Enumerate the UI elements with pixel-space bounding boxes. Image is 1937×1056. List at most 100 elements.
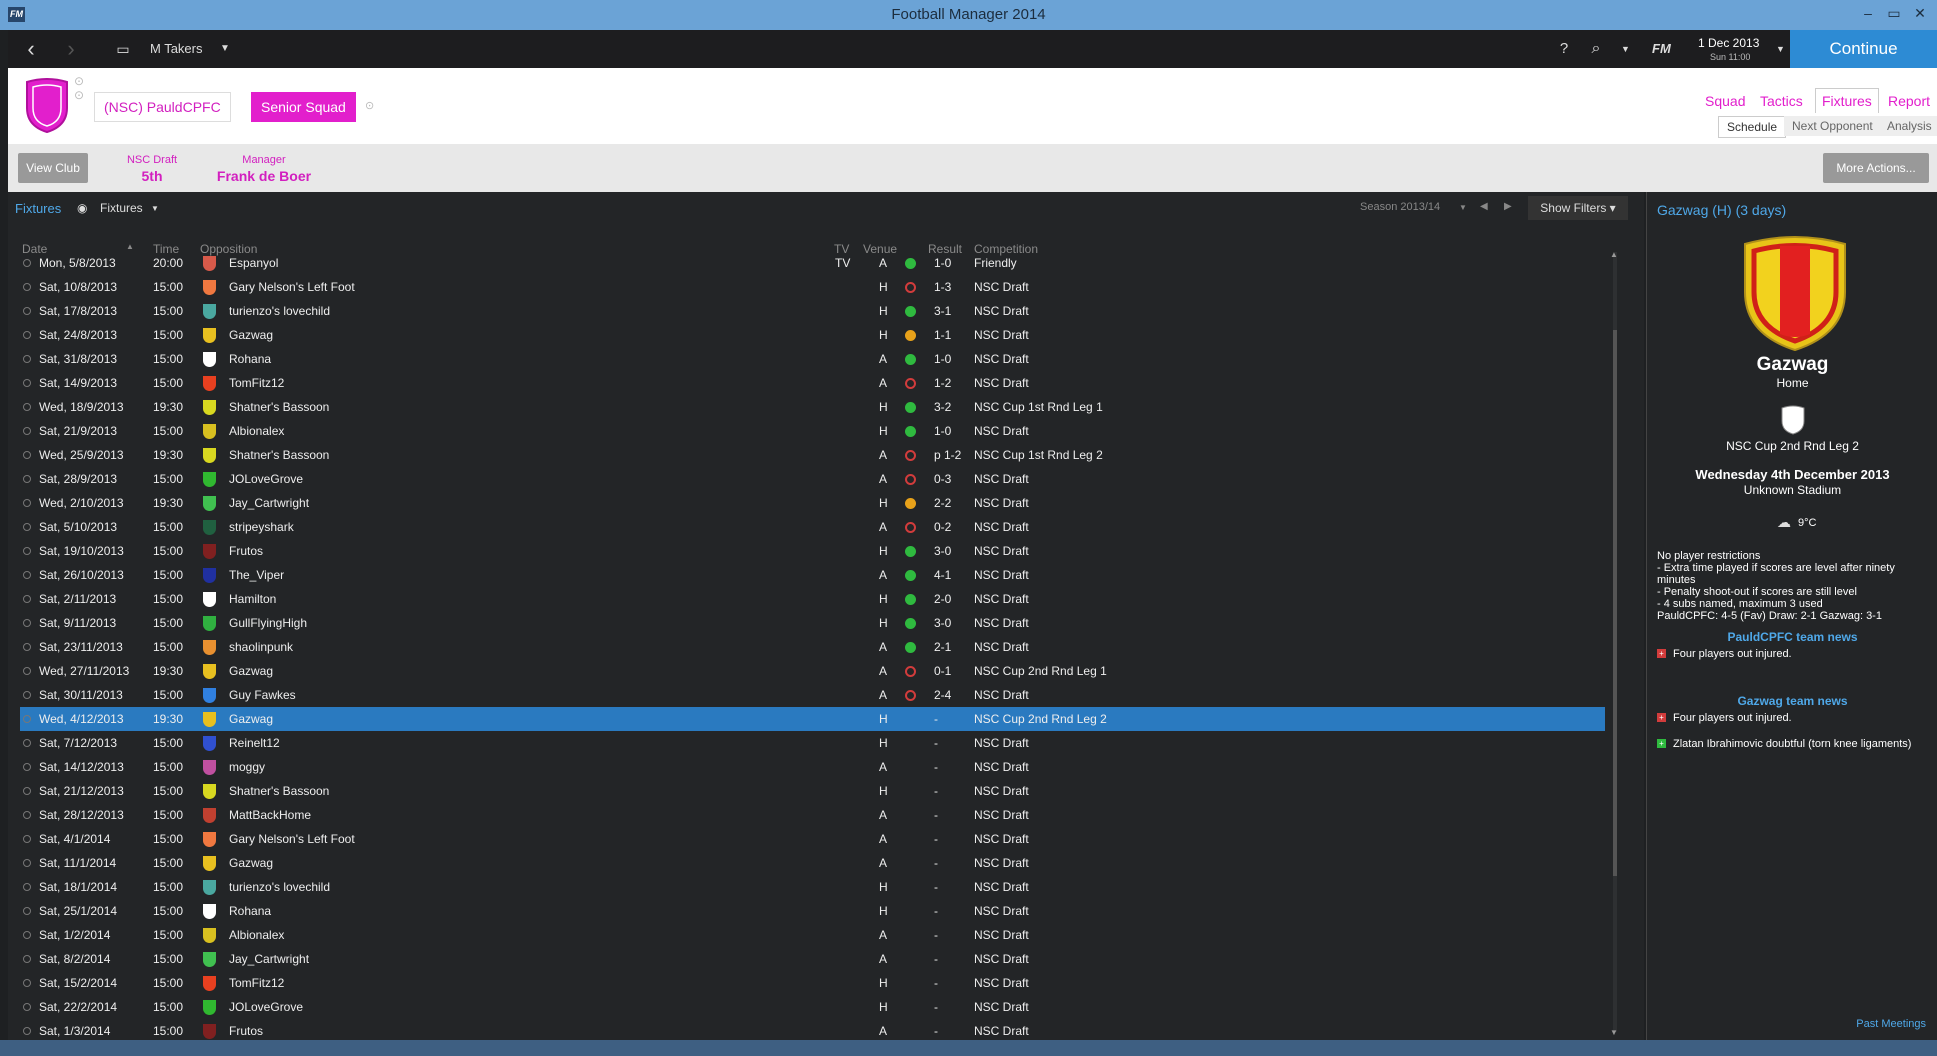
row-status-icon[interactable] bbox=[23, 307, 31, 315]
competition-cell[interactable]: NSC Cup 1st Rnd Leg 2 bbox=[974, 448, 1103, 462]
competition-cell[interactable]: NSC Draft bbox=[974, 640, 1029, 654]
opposition-cell[interactable]: Gary Nelson's Left Foot bbox=[229, 832, 355, 846]
fixture-row[interactable]: Sat, 28/12/2013 15:00 MattBackHome A - NSC Dr… bbox=[20, 803, 1605, 827]
fixture-row[interactable]: Wed, 25/9/2013 19:30 Shatner's Bassoon Ap 1… bbox=[20, 443, 1605, 467]
chevron-down-icon[interactable]: ▼ bbox=[220, 30, 230, 68]
fixture-row[interactable]: Sat, 8/2/2014 15:00 Jay_Cartwright A - NSC Dr… bbox=[20, 947, 1605, 971]
row-status-icon[interactable] bbox=[23, 451, 31, 459]
prev-season-icon[interactable]: ◀ bbox=[1480, 201, 1488, 212]
opposition-cell[interactable]: Frutos bbox=[229, 544, 263, 558]
opposition-cell[interactable]: Rohana bbox=[229, 352, 271, 366]
scrollbar-thumb[interactable] bbox=[1613, 330, 1617, 876]
inbox-icon[interactable]: ▭ bbox=[112, 30, 134, 68]
scroll-up-icon[interactable]: ▲ bbox=[1610, 250, 1618, 259]
opposition-cell[interactable]: Jay_Cartwright bbox=[229, 496, 309, 510]
fixture-row[interactable]: Wed, 4/12/2013 19:30 Gazwag H - NSC Cup 2nd R… bbox=[20, 707, 1605, 731]
opposition-cell[interactable]: Rohana bbox=[229, 904, 271, 918]
search-chevron-icon[interactable]: ▼ bbox=[1621, 30, 1630, 68]
row-status-icon[interactable] bbox=[23, 979, 31, 987]
fixture-row[interactable]: Sat, 10/8/2013 15:00 Gary Nelson's Left Fo… bbox=[20, 275, 1605, 299]
row-status-icon[interactable] bbox=[23, 355, 31, 363]
show-filters-button[interactable]: Show Filters ▾ bbox=[1528, 196, 1628, 220]
opposition-cell[interactable]: The_Viper bbox=[229, 568, 284, 582]
opposition-cell[interactable]: Shatner's Bassoon bbox=[229, 784, 329, 798]
fixture-row[interactable]: Sat, 26/10/2013 15:00 The_Viper A 4-1 NSC Dra… bbox=[20, 563, 1605, 587]
minimize-icon[interactable]: – bbox=[1857, 3, 1879, 23]
fixture-row[interactable]: Sat, 7/12/2013 15:00 Reinelt12 H - NSC Draft bbox=[20, 731, 1605, 755]
competition-cell[interactable]: NSC Draft bbox=[974, 928, 1029, 942]
opposition-cell[interactable]: Shatner's Bassoon bbox=[229, 400, 329, 414]
scroll-down-icon[interactable]: ▼ bbox=[1610, 1028, 1618, 1037]
manager-name[interactable]: Frank de Boer bbox=[204, 168, 324, 184]
opposition-cell[interactable]: MattBackHome bbox=[229, 808, 311, 822]
crest-up-icon[interactable]: ⊙ bbox=[74, 74, 84, 88]
competition-cell[interactable]: NSC Draft bbox=[974, 280, 1029, 294]
fixture-row[interactable]: Sat, 30/11/2013 15:00 Guy Fawkes A 2-4 NSC Dr… bbox=[20, 683, 1605, 707]
competition-cell[interactable]: NSC Cup 1st Rnd Leg 1 bbox=[974, 400, 1103, 414]
tab-tactics[interactable]: Tactics bbox=[1760, 93, 1803, 109]
subtab-next-opponent[interactable]: Next Opponent bbox=[1784, 116, 1881, 136]
opposition-cell[interactable]: Gazwag bbox=[229, 712, 273, 726]
fixture-row[interactable]: Sat, 18/1/2014 15:00 turienzo's lovechild H… bbox=[20, 875, 1605, 899]
fixture-row[interactable]: Sat, 9/11/2013 15:00 GullFlyingHigh H 3-0 NSC… bbox=[20, 611, 1605, 635]
away-team-news-title[interactable]: Gazwag team news bbox=[1647, 694, 1937, 708]
opposition-cell[interactable]: Jay_Cartwright bbox=[229, 952, 309, 966]
fixture-row[interactable]: Sat, 28/9/2013 15:00 JOLoveGrove A 0-3 NSC Dr… bbox=[20, 467, 1605, 491]
competition-cell[interactable]: NSC Draft bbox=[974, 952, 1029, 966]
fm-menu[interactable]: FM bbox=[1652, 30, 1671, 68]
view-eye-icon[interactable]: ◉ bbox=[77, 201, 87, 215]
opposition-cell[interactable]: Guy Fawkes bbox=[229, 688, 296, 702]
competition-cell[interactable]: NSC Draft bbox=[974, 592, 1029, 606]
opposition-cell[interactable]: Albionalex bbox=[229, 424, 284, 438]
opposition-cell[interactable]: Espanyol bbox=[229, 256, 278, 270]
sort-up-icon[interactable]: ▲ bbox=[126, 242, 134, 251]
club-name-button[interactable]: (NSC) PauldCPFC bbox=[94, 92, 231, 122]
row-status-icon[interactable] bbox=[23, 691, 31, 699]
row-status-icon[interactable] bbox=[23, 739, 31, 747]
squad-selector[interactable]: Senior Squad bbox=[251, 92, 356, 122]
competition-cell[interactable]: NSC Draft bbox=[974, 472, 1029, 486]
opposition-cell[interactable]: Gary Nelson's Left Foot bbox=[229, 280, 355, 294]
opposition-cell[interactable]: JOLoveGrove bbox=[229, 472, 303, 486]
fixture-row[interactable]: Sat, 4/1/2014 15:00 Gary Nelson's Left Foo… bbox=[20, 827, 1605, 851]
opposition-cell[interactable]: GullFlyingHigh bbox=[229, 616, 307, 630]
row-status-icon[interactable] bbox=[23, 403, 31, 411]
opposition-cell[interactable]: Frutos bbox=[229, 1024, 263, 1038]
opposition-cell[interactable]: stripeyshark bbox=[229, 520, 294, 534]
competition-cell[interactable]: NSC Draft bbox=[974, 856, 1029, 870]
date-chevron-icon[interactable]: ▼ bbox=[1776, 30, 1785, 68]
fixture-row[interactable]: Wed, 2/10/2013 19:30 Jay_Cartwright H 2-2 NSC… bbox=[20, 491, 1605, 515]
fixture-row[interactable]: Sat, 17/8/2013 15:00 turienzo's lovechild H… bbox=[20, 299, 1605, 323]
opposition-cell[interactable]: Shatner's Bassoon bbox=[229, 448, 329, 462]
row-status-icon[interactable] bbox=[23, 499, 31, 507]
opposition-cell[interactable]: shaolinpunk bbox=[229, 640, 293, 654]
fixture-row[interactable]: Sat, 31/8/2013 15:00 Rohana A 1-0 NSC Draft bbox=[20, 347, 1605, 371]
row-status-icon[interactable] bbox=[23, 379, 31, 387]
opposition-cell[interactable]: JOLoveGrove bbox=[229, 1000, 303, 1014]
view-chevron-icon[interactable]: ▼ bbox=[151, 204, 159, 213]
row-status-icon[interactable] bbox=[23, 619, 31, 627]
competition-cell[interactable]: NSC Draft bbox=[974, 1024, 1029, 1038]
competition-cell[interactable]: NSC Draft bbox=[974, 496, 1029, 510]
row-status-icon[interactable] bbox=[23, 787, 31, 795]
fixture-row[interactable]: Sat, 2/11/2013 15:00 Hamilton H 2-0 NSC Draft bbox=[20, 587, 1605, 611]
row-status-icon[interactable] bbox=[23, 907, 31, 915]
close-icon[interactable]: ✕ bbox=[1909, 3, 1931, 23]
competition-cell[interactable]: NSC Cup 2nd Rnd Leg 2 bbox=[974, 712, 1107, 726]
fixture-row[interactable]: Sat, 19/10/2013 15:00 Frutos H 3-0 NSC Draft bbox=[20, 539, 1605, 563]
competition-cell[interactable]: NSC Draft bbox=[974, 832, 1029, 846]
fixture-row[interactable]: Wed, 27/11/2013 19:30 Gazwag A 0-1 NSC Cup 2n… bbox=[20, 659, 1605, 683]
opposition-cell[interactable]: Reinelt12 bbox=[229, 736, 280, 750]
opposition-cell[interactable]: turienzo's lovechild bbox=[229, 880, 330, 894]
competition-cell[interactable]: NSC Draft bbox=[974, 304, 1029, 318]
competition-cell[interactable]: NSC Draft bbox=[974, 904, 1029, 918]
crest-down-icon[interactable]: ⊙ bbox=[74, 88, 84, 102]
fixture-row[interactable]: Sat, 25/1/2014 15:00 Rohana H - NSC Draft bbox=[20, 899, 1605, 923]
back-arrow-icon[interactable]: ‹ bbox=[16, 30, 46, 68]
fixture-row[interactable]: Wed, 18/9/2013 19:30 Shatner's Bassoon H 3-2… bbox=[20, 395, 1605, 419]
competition-cell[interactable]: NSC Draft bbox=[974, 616, 1029, 630]
opposition-cell[interactable]: Gazwag bbox=[229, 856, 273, 870]
competition-cell[interactable]: NSC Draft bbox=[974, 352, 1029, 366]
fixture-row[interactable]: Sat, 11/1/2014 15:00 Gazwag A - NSC Draft bbox=[20, 851, 1605, 875]
view-club-button[interactable]: View Club bbox=[18, 153, 88, 183]
